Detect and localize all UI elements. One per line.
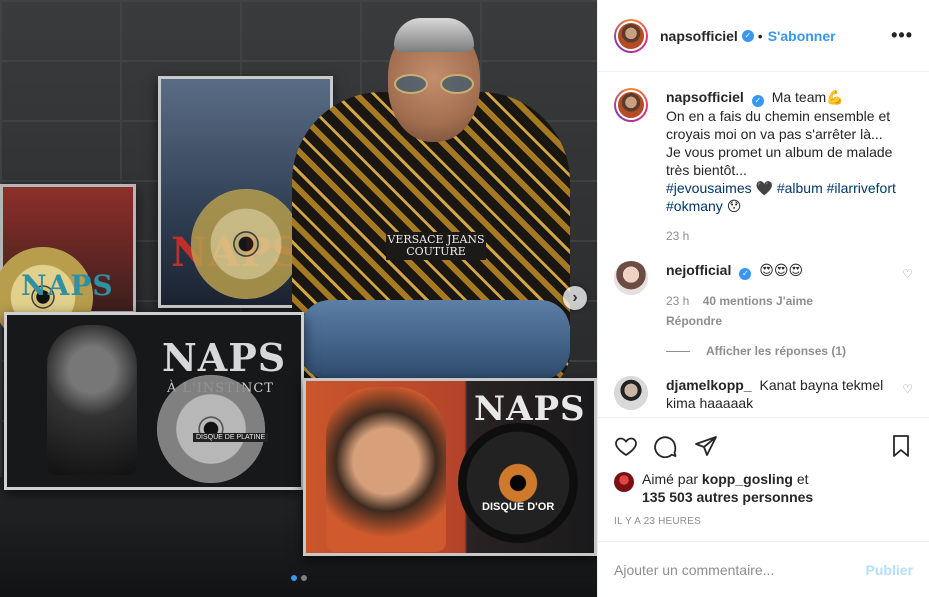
caption-line-3: Je vous promet un album de malade très b…: [666, 144, 893, 178]
plaque-portrait: [326, 387, 446, 552]
frame-c-logo: NAPS: [162, 335, 287, 380]
add-comment-bar: Ajouter un commentaire... Publier: [598, 541, 929, 597]
caption-username[interactable]: napsofficiel: [666, 89, 744, 105]
share-send-icon[interactable]: [694, 434, 718, 458]
gold-plaque: NAPS DISQUE D'OR: [303, 378, 597, 556]
framed-poster-b: NAPS: [0, 184, 136, 347]
caption-time[interactable]: 23 h: [666, 229, 689, 243]
person-jeans: [300, 300, 570, 380]
publish-button[interactable]: Publier: [866, 562, 913, 578]
comment-item: djamelkopp_ Kanat bayna tekmel kima haaa…: [614, 376, 913, 412]
verified-badge-icon: ✓: [741, 29, 754, 42]
comment-username[interactable]: nejofficial: [666, 262, 731, 278]
comments-list: napsofficiel ✓ Ma team💪 On en a fais du c…: [598, 72, 929, 417]
caption-line-2: On en a fais du chemin ensemble et croya…: [666, 108, 891, 142]
sunglasses: [394, 74, 474, 96]
liked-by-prefix: Aimé par: [642, 471, 699, 487]
carousel-next-button[interactable]: ›: [563, 286, 587, 310]
comment-text: 😍😍😍: [759, 262, 804, 278]
gold-disc-d: [458, 423, 578, 543]
more-options-icon[interactable]: •••: [891, 25, 913, 46]
avatar[interactable]: [614, 261, 648, 295]
bookmark-save-icon[interactable]: [889, 434, 913, 458]
hashtag[interactable]: #album: [777, 180, 823, 196]
header-username[interactable]: napsofficiel: [660, 28, 738, 44]
black-heart-emoji: 🖤: [755, 180, 773, 196]
comment-item: nejofficial ✓ 😍😍😍 23 h 40 mentions J'aime…: [614, 261, 913, 330]
platinum-plaque: NAPS À L'INSTINCT DISQUE DE PLATINE: [4, 312, 304, 490]
avatar[interactable]: [614, 18, 648, 53]
gold-disc-a: [191, 189, 301, 299]
comment-input[interactable]: Ajouter un commentaire...: [614, 562, 866, 578]
caption-line-1: Ma team💪: [771, 89, 844, 105]
liked-by-text: Aimé par kopp_gosling et 135 503 autres …: [642, 470, 813, 506]
liked-by-others[interactable]: 135 503 autres personnes: [642, 489, 813, 505]
post-actions: Aimé par kopp_gosling et 135 503 autres …: [598, 417, 929, 541]
frame-c-plaque: DISQUE DE PLATINE: [193, 433, 269, 442]
comment-time[interactable]: 23 h: [666, 294, 689, 308]
comment-meta: 23 h 40 mentions J'aime Répondre: [666, 292, 889, 330]
avatar[interactable]: [614, 376, 648, 410]
hashtag[interactable]: #jevousaimes: [666, 180, 752, 196]
caption: napsofficiel ✓ Ma team💪 On en a fais du c…: [614, 88, 913, 245]
verified-badge-icon: ✓: [751, 95, 764, 107]
replies-divider: [666, 350, 690, 352]
frame-d-plaque: DISQUE D'OR: [482, 501, 555, 513]
surprised-emoji: 😯: [726, 198, 742, 214]
frame-d-logo: NAPS: [474, 389, 586, 429]
comment-like-heart-icon[interactable]: ♡: [902, 267, 913, 281]
instagram-post: NAPS NAPS VERSACE JEANS COUTURE NAPS À L…: [0, 0, 929, 597]
chevron-right-icon: ›: [572, 289, 578, 306]
comment-username[interactable]: djamelkopp_: [666, 377, 752, 393]
reply-button[interactable]: Répondre: [666, 312, 889, 330]
liker-avatar[interactable]: [614, 472, 634, 492]
view-replies-label: Afficher les réponses (1): [706, 344, 847, 358]
header-separator: •: [757, 27, 763, 44]
avatar[interactable]: [614, 88, 648, 122]
follow-button[interactable]: S'abonner: [768, 28, 836, 44]
carousel-indicator: [0, 575, 597, 581]
post-photo[interactable]: NAPS NAPS VERSACE JEANS COUTURE NAPS À L…: [0, 0, 597, 597]
like-heart-icon[interactable]: [614, 434, 638, 458]
carousel-dot-1: [290, 575, 297, 581]
liked-by-user[interactable]: kopp_gosling: [702, 471, 793, 487]
comment-bubble-icon[interactable]: [654, 434, 678, 458]
comment-like-heart-icon[interactable]: ♡: [902, 382, 913, 396]
view-replies-button[interactable]: Afficher les réponses (1): [666, 344, 913, 358]
post-timestamp[interactable]: IL Y A 23 HEURES: [614, 516, 913, 527]
hashtag[interactable]: #ilarrivefort: [827, 180, 896, 196]
frame-b-logo: NAPS: [21, 269, 114, 302]
liked-by: Aimé par kopp_gosling et 135 503 autres …: [614, 470, 913, 506]
post-header: napsofficiel ✓ • S'abonner •••: [598, 0, 929, 72]
person-hair: [394, 18, 474, 52]
carousel-dot-2: [300, 575, 307, 581]
platinum-disc: [157, 375, 265, 483]
liked-by-suffix: et: [796, 471, 809, 487]
caption-meta: 23 h: [666, 227, 913, 245]
hashtag[interactable]: #okmany: [666, 198, 723, 214]
plaque-portrait: [47, 325, 137, 475]
comment-likes[interactable]: 40 mentions J'aime: [703, 294, 813, 308]
action-icons: [614, 426, 913, 466]
shirt-print: VERSACE JEANS COUTURE: [386, 232, 486, 260]
post-sidebar: napsofficiel ✓ • S'abonner ••• napsoffic…: [597, 0, 929, 597]
verified-badge-icon: ✓: [739, 268, 752, 280]
